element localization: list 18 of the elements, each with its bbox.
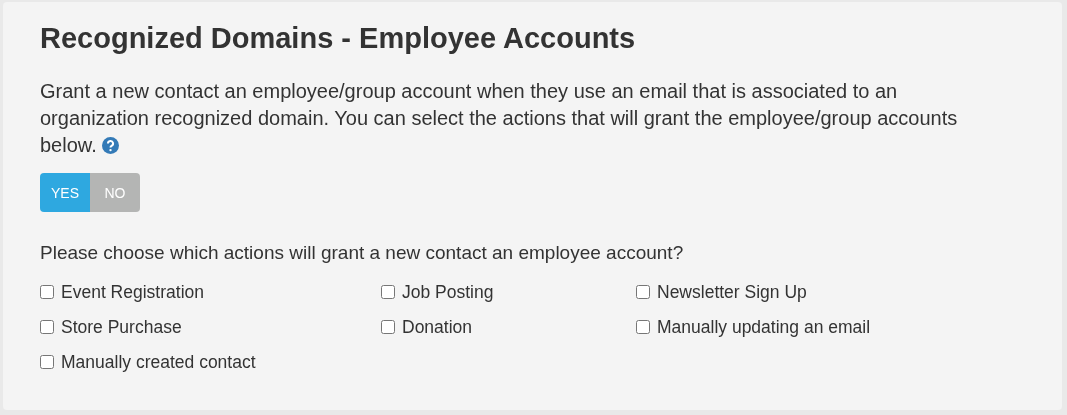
action-checkbox[interactable]: Manually created contact bbox=[40, 350, 256, 374]
section-title: Recognized Domains - Employee Accounts bbox=[40, 21, 636, 56]
action-checkbox[interactable]: Job Posting bbox=[381, 280, 494, 304]
checkbox[interactable] bbox=[381, 320, 395, 334]
help-icon[interactable] bbox=[102, 137, 120, 154]
checkbox[interactable] bbox=[40, 285, 54, 299]
action-checkbox[interactable]: Donation bbox=[381, 315, 473, 339]
question: Please choose which actions will grant a new contact an employee account? bbox=[40, 241, 684, 265]
checkbox[interactable] bbox=[636, 320, 650, 334]
checkbox[interactable] bbox=[636, 285, 650, 299]
action-checkbox[interactable]: Manually updating an email bbox=[636, 315, 871, 339]
checkbox[interactable] bbox=[40, 355, 54, 369]
checkbox[interactable] bbox=[381, 285, 395, 299]
checkbox[interactable] bbox=[40, 320, 54, 334]
action-checkbox[interactable]: Store Purchase bbox=[40, 315, 182, 339]
action-checkbox[interactable]: Event Registration bbox=[40, 280, 204, 304]
action-checkbox[interactable]: Newsletter Sign Up bbox=[636, 280, 807, 304]
description: Grant a new contact an employee/group account when they use an email that is associated to an organization recognized domain. You can select the actions that will grant the employee/group accounts below. bbox=[40, 79, 959, 158]
